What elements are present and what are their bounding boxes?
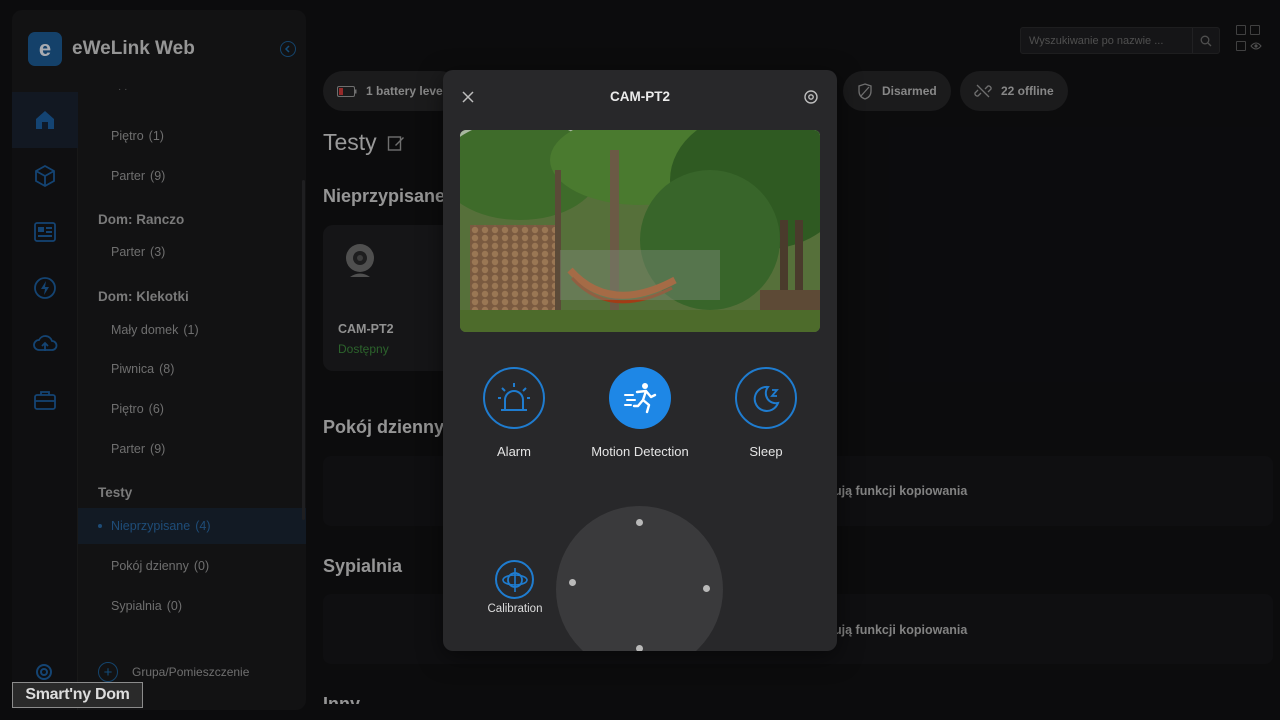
calibration-toggle[interactable]: [495, 560, 534, 599]
ptz-joystick[interactable]: [556, 506, 723, 651]
sleep-label: Sleep: [749, 444, 783, 459]
moon-icon: [753, 385, 780, 412]
watermark: Smart'ny Dom: [12, 682, 143, 708]
alarm-toggle[interactable]: [483, 367, 545, 429]
mode-motion-detection[interactable]: Motion Detection: [575, 367, 705, 467]
mode-sleep[interactable]: Sleep: [701, 367, 831, 467]
ptz-down-marker[interactable]: [636, 645, 643, 651]
motion-detection-label: Motion Detection: [591, 444, 689, 459]
ptz-left-marker[interactable]: [569, 579, 576, 586]
mode-alarm[interactable]: Alarm: [449, 367, 579, 467]
modal-title: CAM-PT2: [610, 89, 670, 104]
calibration-label: Calibration: [487, 603, 543, 615]
alarm-label: Alarm: [497, 444, 531, 459]
sleep-toggle[interactable]: [735, 367, 797, 429]
running-person-icon: [624, 383, 657, 414]
motion-detection-toggle[interactable]: [609, 367, 671, 429]
ptz-right-marker[interactable]: [703, 585, 710, 592]
camera-modal: CAM-PT2 Alarm Motion Detection Sleep Cal…: [443, 70, 837, 651]
ptz-up-marker[interactable]: [636, 519, 643, 526]
orbit-icon: [501, 567, 528, 592]
siren-icon: [498, 383, 530, 411]
settings-icon[interactable]: [802, 88, 820, 106]
camera-feed-image: [460, 130, 820, 332]
camera-feed[interactable]: [460, 130, 820, 332]
